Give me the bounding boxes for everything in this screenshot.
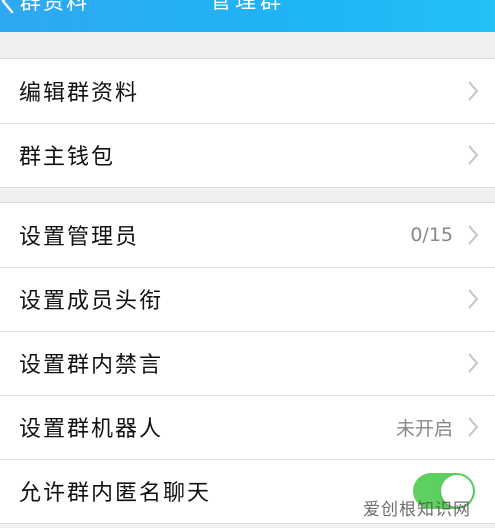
row-label: 群主钱包 [19,145,116,170]
group-owner-wallet-row[interactable]: 群主钱包 [0,123,495,187]
robot-status: 未开启 [395,417,453,440]
edit-group-profile-row[interactable]: 编辑群资料 [0,59,495,123]
row-label: 设置群内禁言 [19,353,164,378]
row-label: 设置群机器人 [19,417,164,442]
set-member-titles-row[interactable]: 设置成员头衔 [0,267,495,331]
row-label: 设置管理员 [19,225,140,250]
admin-count: 0/15 [410,224,453,246]
page-title: 管理群 [210,0,285,13]
chevron-right-icon [468,289,479,309]
watermark: 爱创根知识网 [363,500,471,520]
set-group-robot-row[interactable]: 设置群机器人 未开启 [0,395,495,459]
chevron-right-icon [468,145,479,165]
settings-group-management: 设置管理员 0/15 设置成员头衔 设置群内禁言 设置群机器人 未开启 允许群内… [0,202,495,524]
settings-group-profile: 编辑群资料 群主钱包 [0,58,495,188]
chevron-right-icon [468,225,479,245]
chevron-right-icon [468,353,479,373]
chevron-right-icon [468,81,479,101]
set-group-mute-row[interactable]: 设置群内禁言 [0,331,495,395]
chevron-right-icon [468,417,479,437]
row-label: 设置成员头衔 [19,289,164,314]
row-label: 允许群内匿名聊天 [19,481,212,506]
row-label: 编辑群资料 [19,81,140,106]
set-admins-row[interactable]: 设置管理员 0/15 [0,203,495,267]
navigation-bar: 群资料 管理群 [0,0,495,32]
